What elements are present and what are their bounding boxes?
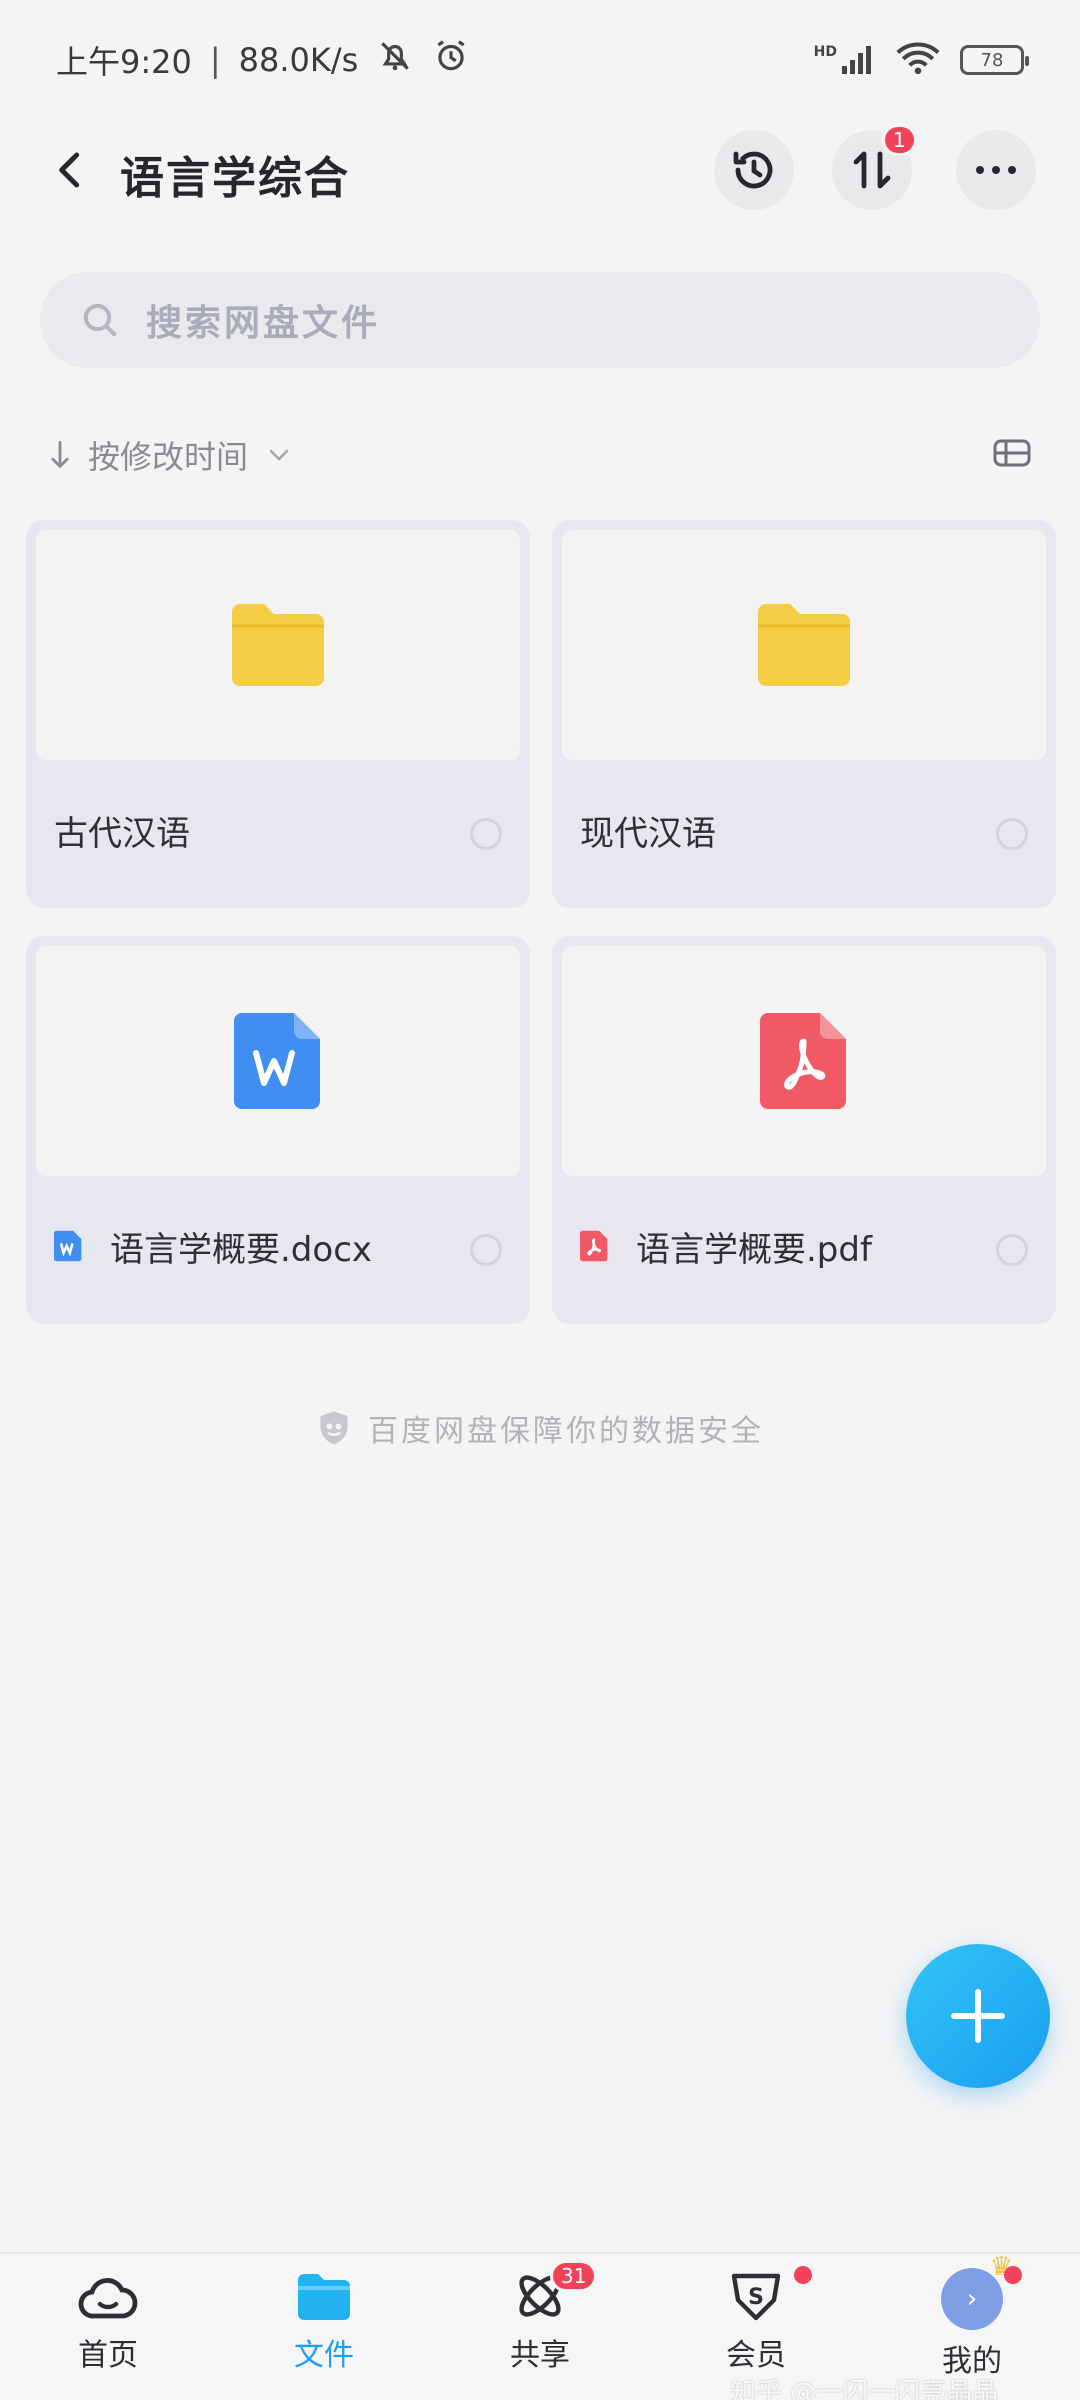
file-card-0[interactable]: 古代汉语 xyxy=(26,520,530,908)
select-radio[interactable] xyxy=(996,818,1028,850)
chevron-left-icon xyxy=(59,152,80,188)
signal-icon: HD xyxy=(814,44,876,76)
plus-icon xyxy=(951,1989,1005,2043)
file-name: 古代汉语 xyxy=(54,813,190,854)
more-button[interactable] xyxy=(956,130,1036,210)
transfer-button[interactable]: 1 xyxy=(832,124,917,210)
folder-icon xyxy=(298,2274,350,2320)
watermark: 知乎 @一闪一闪亮晶晶 xyxy=(730,2378,999,2400)
hd-label: HD xyxy=(813,44,837,60)
vip-s-icon: S xyxy=(731,2273,781,2321)
card-thumbnail xyxy=(562,946,1046,1176)
folder-icon xyxy=(758,604,850,686)
file-card-3[interactable]: 语言学概要.pdf xyxy=(552,936,1056,1324)
avatar: › ♛ xyxy=(941,2252,1013,2330)
pdf-icon xyxy=(760,1013,846,1109)
file-card-1[interactable]: 现代汉语 xyxy=(552,520,1056,908)
more-dots-icon xyxy=(976,166,1016,174)
nav-item-share[interactable]: 31 共享 xyxy=(432,2254,648,2400)
select-radio[interactable] xyxy=(470,818,502,850)
sort-row: 按修改时间 xyxy=(48,430,1032,480)
search-icon xyxy=(83,303,117,337)
wifi-icon xyxy=(896,41,940,79)
share-badge: 31 xyxy=(550,2260,598,2292)
file-name: 现代汉语 xyxy=(580,813,716,854)
chevron-right-icon: › xyxy=(966,2284,978,2314)
battery-indicator: 78 xyxy=(960,45,1029,75)
card-thumbnail xyxy=(562,530,1046,760)
history-icon xyxy=(733,151,773,189)
search-input[interactable]: 搜索网盘文件 xyxy=(40,272,1040,368)
add-button[interactable] xyxy=(906,1944,1050,2088)
status-time: 上午9:20 xyxy=(56,43,192,81)
arrow-down-icon xyxy=(51,440,69,468)
sort-button[interactable]: 按修改时间 xyxy=(48,432,290,478)
page-title: 语言学综合 xyxy=(120,153,350,204)
svg-text:S: S xyxy=(748,2285,764,2310)
nav-item-home[interactable]: 首页 xyxy=(0,2254,216,2400)
back-button[interactable] xyxy=(40,140,100,200)
word-file-small-icon xyxy=(54,1230,82,1262)
search-placeholder: 搜索网盘文件 xyxy=(146,303,381,344)
file-name: 语言学概要.docx xyxy=(110,1229,373,1270)
network-speed: 88.0K/s xyxy=(238,41,359,79)
safety-text: 百度网盘保障你的数据安全 xyxy=(368,1414,764,1449)
chevron-down-icon xyxy=(269,449,289,461)
history-button[interactable] xyxy=(714,130,794,210)
word-doc-icon xyxy=(234,1013,320,1109)
list-view-icon xyxy=(993,439,1031,467)
select-radio[interactable] xyxy=(996,1234,1028,1266)
status-bar: 上午9:20 | 88.0K/s HD 78 xyxy=(0,0,1080,120)
nav-item-files[interactable]: 文件 xyxy=(216,2254,432,2400)
notification-dot xyxy=(794,2266,812,2284)
select-radio[interactable] xyxy=(470,1234,502,1266)
folder-icon xyxy=(232,604,324,686)
card-thumbnail xyxy=(36,946,520,1176)
nav-label: 文件 xyxy=(294,2338,354,2373)
safety-notice: 百度网盘保障你的数据安全 xyxy=(0,1406,1080,1450)
nav-label: 首页 xyxy=(78,2338,138,2373)
file-card-2[interactable]: 语言学概要.docx xyxy=(26,936,530,1324)
pdf-file-small-icon xyxy=(580,1230,608,1262)
shield-icon xyxy=(320,1411,348,1445)
cloud-icon xyxy=(78,2278,138,2319)
status-divider: | xyxy=(209,41,221,79)
view-toggle-button[interactable] xyxy=(992,438,1032,472)
card-thumbnail xyxy=(36,530,520,760)
nav-label: 共享 xyxy=(510,2338,570,2373)
notification-dot xyxy=(1004,2266,1022,2284)
alarm-icon xyxy=(432,37,470,83)
sort-label: 按修改时间 xyxy=(88,438,249,476)
file-name: 语言学概要.pdf xyxy=(636,1229,872,1270)
transfer-badge: 1 xyxy=(882,124,917,156)
nav-label: 会员 xyxy=(726,2338,786,2373)
bell-off-icon xyxy=(376,37,414,83)
header: 语言学综合 1 xyxy=(0,120,1080,220)
